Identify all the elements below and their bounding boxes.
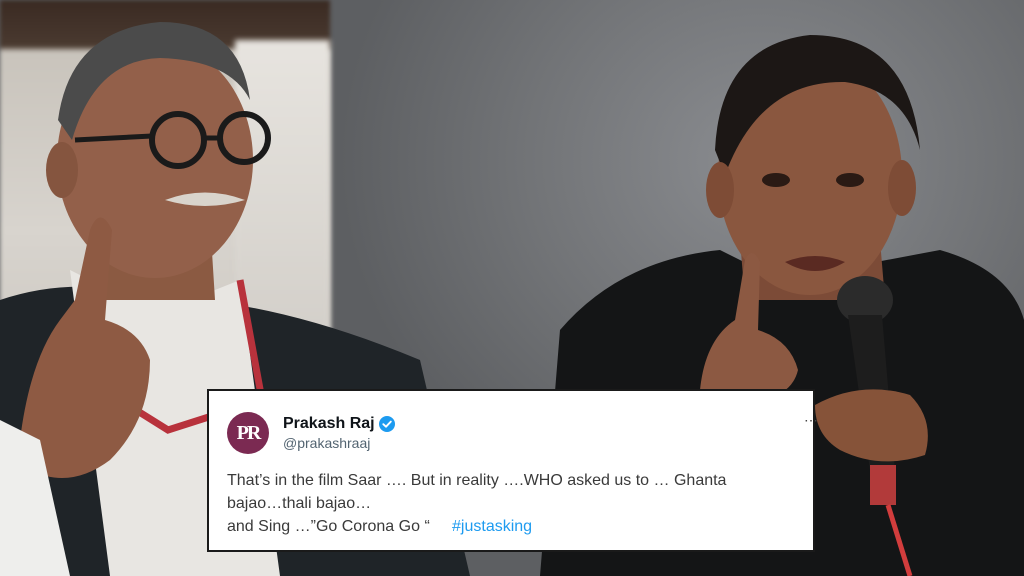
handle[interactable]: @prakashraaj bbox=[283, 435, 395, 451]
display-name[interactable]: Prakash Raj bbox=[283, 415, 375, 433]
hashtag-link[interactable]: #justasking bbox=[452, 518, 532, 535]
tweet-text: That’s in the film Saar …. But in realit… bbox=[227, 469, 795, 538]
user-block: Prakash Raj @prakashraaj bbox=[283, 415, 395, 451]
tweet-header: PR Prakash Raj @prakashraaj bbox=[227, 411, 795, 455]
avatar[interactable]: PR bbox=[227, 412, 269, 454]
verified-badge-icon bbox=[378, 416, 395, 432]
tweet-line-3-text: and Sing …”Go Corona Go “ bbox=[227, 518, 430, 535]
tweet-card: PR Prakash Raj @prakashraaj That’s in th… bbox=[207, 389, 815, 552]
tweet-line-1: That’s in the film Saar …. But in realit… bbox=[227, 472, 727, 489]
tweet-line-2: bajao…thali bajao… bbox=[227, 495, 372, 512]
ellipsis-icon[interactable]: ⋯ bbox=[804, 413, 818, 427]
tweet-line-3: and Sing …”Go Corona Go “ #justasking bbox=[227, 515, 795, 538]
